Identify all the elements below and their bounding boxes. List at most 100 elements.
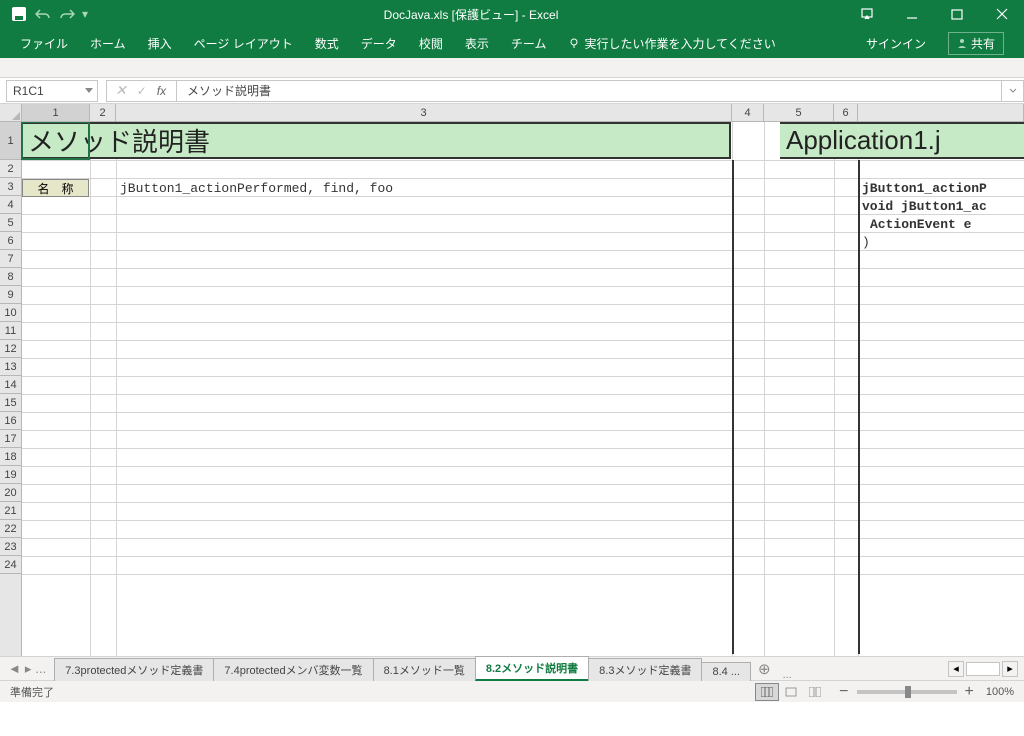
person-icon	[957, 38, 967, 48]
row-header[interactable]: 9	[0, 286, 21, 304]
sheet-first-icon[interactable]: ◄	[8, 661, 21, 676]
row-header[interactable]: 8	[0, 268, 21, 286]
col-header[interactable]: 5	[764, 104, 834, 121]
tab-file[interactable]: ファイル	[20, 35, 68, 52]
minimize-icon[interactable]	[889, 0, 934, 28]
sheet-tab-active[interactable]: 8.2メソッド説明書	[475, 656, 589, 681]
row-header[interactable]: 23	[0, 538, 21, 556]
row-header[interactable]: 4	[0, 196, 21, 214]
name-box[interactable]: R1C1	[6, 80, 98, 102]
row-header[interactable]: 18	[0, 448, 21, 466]
row-header[interactable]: 15	[0, 394, 21, 412]
row-header[interactable]: 11	[0, 322, 21, 340]
col-header[interactable]: 1	[22, 104, 90, 121]
cancel-icon[interactable]: ✕	[115, 82, 127, 99]
scroll-right-icon[interactable]: ▸	[1002, 661, 1018, 677]
select-all-corner[interactable]	[0, 104, 22, 121]
maximize-icon[interactable]	[934, 0, 979, 28]
sheet-tab[interactable]: 7.3protectedメソッド定義書	[54, 658, 214, 681]
row-header[interactable]: 13	[0, 358, 21, 376]
sheet-more-left[interactable]: ...	[35, 661, 46, 676]
cell-r4c6[interactable]: void jButton1_ac	[862, 199, 987, 214]
tab-review[interactable]: 校閲	[419, 35, 443, 52]
row-header[interactable]: 7	[0, 250, 21, 268]
col-header[interactable]: 4	[732, 104, 764, 121]
save-icon[interactable]	[10, 5, 28, 23]
ribbon-panel-collapsed	[0, 58, 1024, 78]
title-cell-left[interactable]: メソッド説明書	[22, 122, 731, 159]
page-break-view-icon[interactable]	[803, 683, 827, 701]
tab-data[interactable]: データ	[361, 35, 397, 52]
cells-area[interactable]: メソッド説明書 Application1.j 名 称 jButton1_acti…	[22, 122, 1024, 656]
col-header[interactable]: 3	[116, 104, 732, 121]
status-ready: 準備完了	[10, 684, 54, 700]
close-icon[interactable]	[979, 0, 1024, 28]
fx-icon[interactable]: fx	[157, 84, 166, 98]
row-header[interactable]: 14	[0, 376, 21, 394]
ribbon-options-icon[interactable]	[844, 0, 889, 28]
tab-home[interactable]: ホーム	[90, 35, 126, 52]
title-cell-right[interactable]: Application1.j	[780, 122, 1024, 159]
redo-icon[interactable]	[58, 5, 76, 23]
row-header[interactable]: 17	[0, 430, 21, 448]
expand-formula-bar-icon[interactable]	[1002, 80, 1024, 102]
window-title: DocJava.xls [保護ビュー] - Excel	[98, 6, 844, 23]
page-layout-view-icon[interactable]	[779, 683, 803, 701]
row-header[interactable]: 10	[0, 304, 21, 322]
row-header[interactable]: 21	[0, 502, 21, 520]
share-label: 共有	[971, 35, 995, 52]
tell-me-search[interactable]: 実行したい作業を入力してください	[568, 35, 775, 52]
zoom-level[interactable]: 100%	[986, 686, 1014, 698]
col-header[interactable]: 6	[834, 104, 858, 121]
cell-r3c3[interactable]: jButton1_actionPerformed, find, foo	[120, 181, 393, 196]
row-header[interactable]: 1	[0, 122, 21, 160]
zoom-in-icon[interactable]: +	[965, 683, 974, 701]
row-header[interactable]: 22	[0, 520, 21, 538]
cell-r6c6[interactable]: )	[862, 235, 870, 250]
qat-customize-icon[interactable]: ▾	[82, 7, 88, 21]
scroll-track[interactable]	[966, 662, 1000, 676]
col-header[interactable]	[858, 104, 1024, 121]
status-bar: 準備完了 − + 100%	[0, 680, 1024, 702]
horizontal-scrollbar: ◂ ▸	[942, 661, 1024, 677]
zoom-thumb[interactable]	[905, 686, 911, 698]
sheet-tab[interactable]: 7.4protectedメンバ変数一覧	[213, 658, 373, 681]
zoom-out-icon[interactable]: −	[839, 683, 848, 701]
sheet-tab[interactable]: 8.1メソッド一覧	[373, 658, 476, 681]
zoom-track[interactable]	[857, 690, 957, 694]
tab-view[interactable]: 表示	[465, 35, 489, 52]
ribbon: ファイル ホーム 挿入 ページ レイアウト 数式 データ 校閲 表示 チーム 実…	[0, 28, 1024, 58]
title-bar: ▾ DocJava.xls [保護ビュー] - Excel	[0, 0, 1024, 28]
tab-formulas[interactable]: 数式	[315, 35, 339, 52]
row-header[interactable]: 12	[0, 340, 21, 358]
undo-icon[interactable]	[34, 5, 52, 23]
name-box-value: R1C1	[13, 84, 44, 98]
new-sheet-icon[interactable]: ⊕	[750, 657, 779, 681]
enter-icon[interactable]: ✓	[137, 84, 147, 98]
cell-r3c6[interactable]: jButton1_actionP	[862, 181, 987, 196]
tab-pagelayout[interactable]: ページ レイアウト	[194, 35, 293, 52]
sheet-nav: ◄ ▸ ...	[0, 661, 54, 677]
tab-insert[interactable]: 挿入	[148, 35, 172, 52]
scroll-left-icon[interactable]: ◂	[948, 661, 964, 677]
row-header[interactable]: 2	[0, 160, 21, 178]
signin-link[interactable]: サインイン	[866, 35, 926, 52]
row-header[interactable]: 20	[0, 484, 21, 502]
row-header[interactable]: 3	[0, 178, 21, 196]
sheet-prev-icon[interactable]: ▸	[25, 661, 32, 677]
col-header[interactable]: 2	[90, 104, 116, 121]
row-header[interactable]: 19	[0, 466, 21, 484]
row-header[interactable]: 16	[0, 412, 21, 430]
tab-team[interactable]: チーム	[511, 35, 547, 52]
cell-r3c1-label[interactable]: 名 称	[22, 179, 89, 197]
row-header[interactable]: 24	[0, 556, 21, 574]
share-button[interactable]: 共有	[948, 32, 1004, 55]
sheet-more-right[interactable]: ...	[779, 669, 796, 681]
formula-input[interactable]: メソッド説明書	[176, 80, 1002, 102]
cell-r5c6[interactable]: ActionEvent e	[870, 217, 971, 232]
row-header[interactable]: 6	[0, 232, 21, 250]
normal-view-icon[interactable]	[755, 683, 779, 701]
sheet-tab[interactable]: 8.4 ...	[701, 662, 751, 681]
row-header[interactable]: 5	[0, 214, 21, 232]
sheet-tab[interactable]: 8.3メソッド定義書	[588, 658, 702, 681]
